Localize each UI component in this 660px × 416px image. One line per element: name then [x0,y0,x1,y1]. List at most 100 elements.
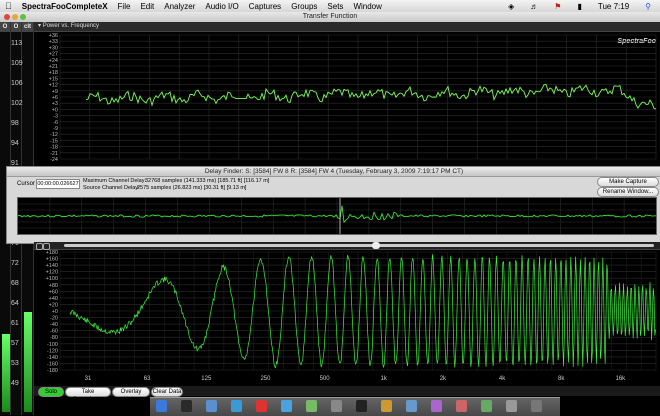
app-icon[interactable] [456,400,467,412]
make-capture-button[interactable]: Make Capture [597,177,659,187]
ical-icon[interactable] [256,400,267,412]
x-tick-label: 8k [558,376,565,382]
power-plot[interactable]: +36+33+30+27+24+21+18+15+12+9+6+3+0-3-6-… [34,31,660,166]
preferences-icon[interactable] [331,400,342,412]
trash-icon[interactable] [531,400,542,412]
y-tick-label: +20 [49,302,58,308]
meter-scale-label: 72 [11,260,19,267]
app-icon[interactable] [481,400,492,412]
y-tick-label: +36 [49,33,58,39]
spotlight-icon[interactable]: ⚲ [640,2,656,11]
delay-plot[interactable] [17,197,657,235]
clock[interactable]: Tue 7:19 [593,2,634,11]
finder-icon[interactable] [156,400,167,412]
x-tick-label: 1k [381,376,388,382]
window-title: Transfer Function [302,13,358,20]
mail-icon[interactable] [206,400,217,412]
volume-icon[interactable]: ♬ [525,2,543,11]
menu-sets[interactable]: Sets [322,2,348,11]
y-tick-label: +12 [49,83,58,89]
meter-scale-label: 98 [11,120,19,127]
menu-audio-io[interactable]: Audio I/O [200,2,243,11]
app-menu[interactable]: SpectraFooCompleteX [17,2,113,11]
menu-groups[interactable]: Groups [286,2,322,11]
y-tick-label: -3 [53,114,58,120]
x-tick-label: 16k [615,376,626,382]
itunes-icon[interactable] [281,400,292,412]
take-snapshot-button[interactable]: Take Snapshot... [65,387,111,403]
y-tick-label: +0 [52,107,58,113]
delay-finder-window: Delay Finder: S: [3584] FW 8 R: [3584] F… [6,166,660,244]
meter-scale-label: 61 [11,320,19,327]
meter-scale-label: 49 [11,380,19,387]
rename-window-button[interactable]: Rename Window... [597,187,659,197]
horizontal-scrollbar[interactable] [64,244,654,247]
y-tick-label: +80 [49,283,58,289]
app-icon[interactable] [506,400,517,412]
flag-icon[interactable]: ⚑ [549,2,566,11]
meter-scale-label: 102 [11,100,23,107]
zoom-out-icon[interactable] [36,243,43,250]
menu-file[interactable]: File [113,2,136,11]
y-tick-label: +100 [46,276,58,282]
clear-data-button[interactable]: Clear Data [151,387,183,397]
cursor-field[interactable]: 00:00:00.026627 [36,179,80,189]
y-tick-label: +40 [49,296,58,302]
y-tick-label: +120 [46,270,58,276]
menu-analyzer[interactable]: Analyzer [159,2,200,11]
y-tick-label: -120 [47,348,58,354]
iphoto-icon[interactable] [306,400,317,412]
x-tick-label: 63 [144,376,151,382]
collapse-triangle-icon[interactable]: ▾ [38,23,41,29]
menu-captures[interactable]: Captures [244,2,286,11]
menu-edit[interactable]: Edit [135,2,159,11]
dashboard-icon[interactable] [181,400,192,412]
overlay-list-button[interactable]: Overlay List... [112,387,150,403]
bottom-toolbar: Solo Take Snapshot... Overlay List... Cl… [34,386,660,403]
meter-header-2: O [11,22,21,32]
solo-button[interactable]: Solo [38,387,64,397]
close-window-icon[interactable] [4,14,10,20]
y-tick-label: -160 [47,361,58,367]
source-delay-label: Source Channel Delay: [83,185,140,191]
scroll-thumb[interactable] [372,242,380,249]
power-vs-frequency-panel: ▾ Power vs. Frequency SpectraFoo +36 +33 +… [34,22,660,166]
y-tick-label: -18 [50,145,58,151]
y-tick-label: +24 [49,58,58,64]
y-tick-label: +18 [49,70,58,76]
delay-finder-title: Delay Finder: S: [3584] FW 8 R: [3584] F… [7,167,660,177]
meter-scale-label: 109 [11,60,23,67]
terminal-icon[interactable] [356,400,367,412]
menu-window[interactable]: Window [348,2,386,11]
y-tick-label: +33 [49,39,58,45]
battery-icon[interactable]: ▮ [572,2,586,11]
y-tick-label: +0 [52,309,58,315]
max-delay-value: 32768 samples (141.333 ms) [185.71 ft] [… [145,178,270,184]
y-tick-label: -80 [50,335,58,341]
x-tick-label: 4k [499,376,506,382]
max-delay-label: Maximum Channel Delay: [83,178,146,184]
zoom-window-icon[interactable] [20,14,26,20]
zoom-in-icon[interactable] [43,243,50,250]
meter-scale-label: 68 [11,280,19,287]
minimize-window-icon[interactable] [12,14,18,20]
app-icon[interactable] [406,400,417,412]
app-icon[interactable] [431,400,442,412]
y-tick-label: -15 [50,138,58,144]
y-tick-label: -6 [53,120,58,126]
x-tick-label: 500 [320,376,331,382]
y-tick-label: +160 [46,257,58,263]
safari-icon[interactable] [231,400,242,412]
x-tick-label: 2k [440,376,447,382]
phase-plot[interactable]: +180+160+140+120+100+80+60+40+20+0-20-40… [34,250,660,386]
y-tick-label: -12 [50,132,58,138]
y-tick-label: -40 [50,322,58,328]
source-delay-value: 2575 samples (26.823 ms) [30.31 ft] [9.1… [137,185,247,191]
y-tick-label: +180 [46,250,58,256]
apple-menu-icon[interactable]:  [0,1,17,11]
phase-toolbar [34,242,660,250]
wifi-icon[interactable]: ◈ [503,2,519,11]
meter-bar-left [2,334,10,412]
web-icon[interactable] [381,400,392,412]
y-tick-label: +6 [52,95,58,101]
